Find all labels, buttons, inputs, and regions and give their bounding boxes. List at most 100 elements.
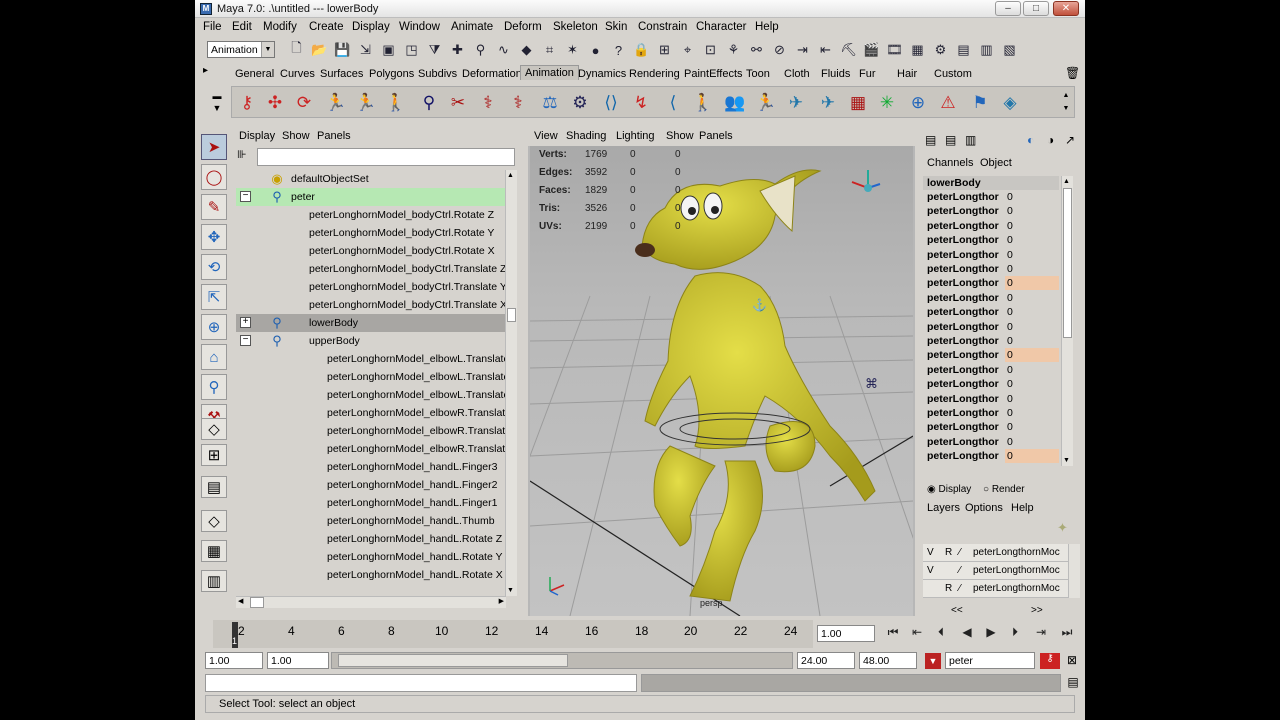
- curve-icon[interactable]: ∿: [492, 40, 515, 60]
- viewport-menu-show[interactable]: Show: [666, 130, 694, 142]
- subcharacter-icon[interactable]: 👥: [722, 89, 748, 116]
- channel-row[interactable]: peterLongthor 0: [923, 392, 1061, 406]
- layer-color-swatch[interactable]: ⁄: [959, 547, 961, 558]
- channel-name[interactable]: peterLongthor: [927, 349, 999, 361]
- tab-general[interactable]: General: [235, 68, 274, 80]
- tab-fur[interactable]: Fur: [859, 68, 876, 80]
- render-icon[interactable]: ●: [584, 40, 607, 60]
- layer-color-swatch[interactable]: ⁄: [959, 565, 961, 576]
- output-ops-icon[interactable]: ⇤: [814, 40, 837, 60]
- tab-surfaces[interactable]: Surfaces: [320, 68, 363, 80]
- detach-skin-icon[interactable]: ✂: [445, 89, 471, 116]
- animation-start-field[interactable]: 1.00: [205, 652, 263, 669]
- outliner-row[interactable]: peterLonghornModel_elbowL.Translate: [236, 350, 506, 368]
- outliner-filter-input[interactable]: [257, 148, 515, 166]
- snap-view-icon[interactable]: ⚘: [722, 40, 745, 60]
- four-view-icon[interactable]: ⊞: [201, 444, 227, 466]
- attribute-spread-icon[interactable]: ▥: [965, 133, 976, 147]
- viewport-menu-view[interactable]: View: [534, 130, 558, 142]
- outliner-row[interactable]: peterLonghornModel_handL.Finger1: [236, 494, 506, 512]
- menu-set-dropdown[interactable]: Animation ▼: [207, 41, 275, 58]
- channel-name[interactable]: peterLongthor: [927, 220, 999, 232]
- input-ops-icon[interactable]: ⇥: [791, 40, 814, 60]
- tab-deformation[interactable]: Deformation: [462, 68, 522, 80]
- outliner-row[interactable]: peterLonghornModel_handL.Rotate Z: [236, 530, 506, 548]
- channel-name[interactable]: peterLongthor: [927, 450, 999, 462]
- channel-name[interactable]: peterLongthor: [927, 407, 999, 419]
- show-manipulator-icon[interactable]: ⚲: [201, 374, 227, 400]
- select-tool-icon[interactable]: ➤: [201, 134, 227, 160]
- channel-row[interactable]: peterLongthor 0: [923, 291, 1061, 305]
- animation-prefs-icon[interactable]: ⊠: [1064, 653, 1080, 669]
- current-frame-field[interactable]: 1.00: [817, 625, 875, 642]
- go-to-end-icon[interactable]: ⏭: [1057, 625, 1077, 643]
- play-backward-icon[interactable]: ◀: [957, 625, 977, 643]
- play-forward-icon[interactable]: ▶: [981, 625, 1001, 643]
- layers-help-menu[interactable]: Help: [1011, 502, 1034, 514]
- select-object-icon[interactable]: ▣: [377, 40, 400, 60]
- channel-row[interactable]: peterLongthor 0: [923, 377, 1061, 391]
- set-key-icon[interactable]: ⚷: [234, 89, 260, 116]
- ik-spline-icon[interactable]: 🏃: [353, 89, 379, 116]
- nonlinear-icon[interactable]: ⟨: [660, 89, 686, 116]
- select-hierarchy-icon[interactable]: ⇲: [354, 40, 377, 60]
- step-forward-key-icon[interactable]: ⇥: [1031, 625, 1051, 643]
- wire-icon[interactable]: ⚙: [567, 89, 593, 116]
- layer-render-toggle[interactable]: R: [945, 547, 952, 558]
- channel-name[interactable]: peterLongthor: [927, 364, 999, 376]
- channel-value[interactable]: 0: [1005, 377, 1059, 391]
- arrow-toggle-icon[interactable]: ↗: [1065, 133, 1075, 147]
- graph-editor-icon[interactable]: ▦: [845, 89, 871, 116]
- channel-value[interactable]: 0: [1005, 406, 1059, 420]
- move-tool-icon[interactable]: ✥: [201, 224, 227, 250]
- channel-name[interactable]: peterLongthor: [927, 306, 999, 318]
- auto-key-icon[interactable]: ⚷: [1040, 653, 1060, 669]
- channel-row[interactable]: peterLongthor 0: [923, 363, 1061, 377]
- outliner-row[interactable]: − ⚲ upperBody: [236, 332, 506, 350]
- outliner-row[interactable]: peterLonghornModel_bodyCtrl.Translate X: [236, 296, 506, 314]
- render-frame-icon[interactable]: 🎞: [883, 40, 906, 60]
- menu-modify[interactable]: Modify: [263, 21, 297, 33]
- menu-deform[interactable]: Deform: [504, 21, 542, 33]
- outliner-row[interactable]: peterLonghornModel_handL.Thumb: [236, 512, 506, 530]
- filter-toggle-icon[interactable]: ⊪: [237, 148, 247, 161]
- channel-value[interactable]: 0: [1005, 204, 1059, 218]
- outliner-hscroll-thumb[interactable]: [250, 597, 264, 608]
- tab-cloth[interactable]: Cloth: [784, 68, 810, 80]
- channel-name[interactable]: peterLongthor: [927, 191, 999, 203]
- outliner-row[interactable]: peterLonghornModel_bodyCtrl.Translate Y: [236, 278, 506, 296]
- channel-row[interactable]: peterLongthor 0: [923, 334, 1061, 348]
- menu-animate[interactable]: Animate: [451, 21, 493, 33]
- channel-row[interactable]: peterLongthor 0: [923, 406, 1061, 420]
- outliner-menu-display[interactable]: Display: [239, 130, 275, 142]
- channel-value[interactable]: 0: [1005, 190, 1059, 204]
- channel-row[interactable]: peterLongthor 0: [923, 204, 1061, 218]
- show-hide-icon[interactable]: ▤: [952, 40, 975, 60]
- channel-row[interactable]: peterLongthor 0: [923, 262, 1061, 276]
- layers-menu[interactable]: Layers: [927, 502, 960, 514]
- channel-scroll-down-icon[interactable]: ▼: [1063, 457, 1070, 464]
- constraint-aim-icon[interactable]: ✈: [815, 89, 841, 116]
- menu-file[interactable]: File: [203, 21, 222, 33]
- viewport-menu-shading[interactable]: Shading: [566, 130, 606, 142]
- tab-curves[interactable]: Curves: [280, 68, 315, 80]
- outliner-vertical-scrollbar[interactable]: ▲ ▼: [505, 170, 517, 596]
- channel-scroll-thumb[interactable]: [1063, 188, 1072, 338]
- channel-row[interactable]: peterLongthor 0: [923, 233, 1061, 247]
- menu-help[interactable]: Help: [755, 21, 779, 33]
- time-ruler[interactable]: 1 2 4 6 8 10 12 14 16 18 20 22 24: [213, 620, 813, 648]
- layer-visible-toggle[interactable]: V: [927, 565, 934, 576]
- channel-value[interactable]: 0: [1005, 334, 1059, 348]
- scale-tool-icon[interactable]: ⇱: [201, 284, 227, 310]
- channel-value[interactable]: 0: [1005, 392, 1059, 406]
- playback-end-field[interactable]: 24.00: [797, 652, 855, 669]
- outliner-row[interactable]: peterLonghornModel_elbowR.Translate: [236, 422, 506, 440]
- blend-shape-icon[interactable]: ⚖: [537, 89, 563, 116]
- channel-row[interactable]: peterLongthor 0: [923, 435, 1061, 449]
- channel-row[interactable]: peterLongthor 0: [923, 449, 1061, 464]
- set-key-translate-icon[interactable]: ✣: [262, 89, 288, 116]
- channel-row[interactable]: peterLongthor 0: [923, 305, 1061, 319]
- outliner-row[interactable]: peterLonghornModel_elbowL.Translate: [236, 368, 506, 386]
- channel-row[interactable]: peterLongthor 0: [923, 219, 1061, 233]
- scroll-left-icon[interactable]: ◀: [238, 597, 243, 605]
